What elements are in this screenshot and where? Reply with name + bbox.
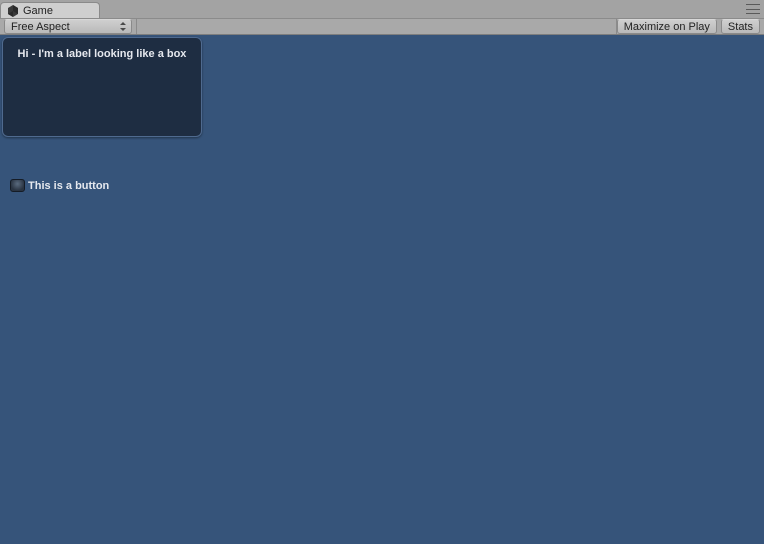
toggle-label: This is a button xyxy=(28,180,109,192)
tab-game[interactable]: Game xyxy=(0,2,100,18)
game-viewport: Hi - I'm a label looking like a box This… xyxy=(0,35,764,544)
game-window: Game Free Aspect Maximize on Play Stats … xyxy=(0,0,764,544)
unity-icon xyxy=(7,5,19,17)
aspect-dropdown-label: Free Aspect xyxy=(11,21,70,33)
gui-box-label: Hi - I'm a label looking like a box xyxy=(2,37,202,137)
game-toolbar: Free Aspect Maximize on Play Stats xyxy=(0,18,764,35)
tab-label: Game xyxy=(23,5,53,17)
toggle-checkbox-icon xyxy=(10,179,25,192)
tab-options-icon[interactable] xyxy=(746,4,760,14)
tab-bar: Game xyxy=(0,0,764,18)
stats-button[interactable]: Stats xyxy=(721,19,760,34)
aspect-dropdown[interactable]: Free Aspect xyxy=(4,19,132,34)
updown-arrows-icon xyxy=(120,22,127,31)
maximize-on-play-button[interactable]: Maximize on Play xyxy=(617,19,717,34)
toolbar-spacer xyxy=(136,19,617,34)
maximize-on-play-label: Maximize on Play xyxy=(624,21,710,33)
gui-toggle[interactable]: This is a button xyxy=(10,179,109,192)
stats-label: Stats xyxy=(728,21,753,33)
